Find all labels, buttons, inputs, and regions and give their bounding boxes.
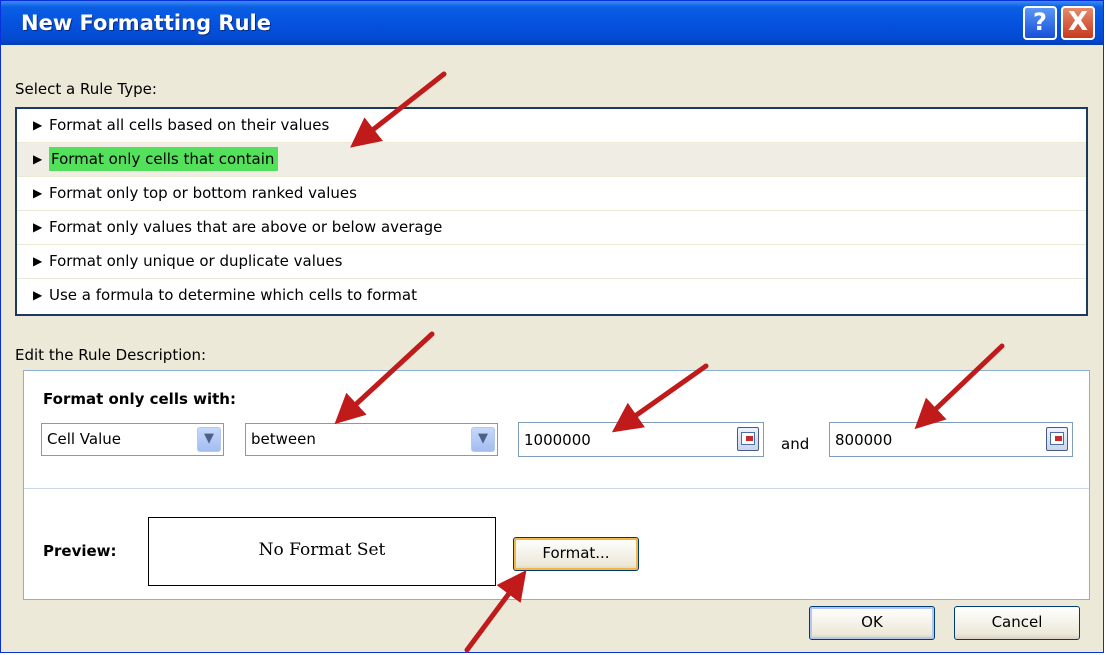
close-button[interactable]: X xyxy=(1061,6,1095,40)
value2-input[interactable]: 800000 xyxy=(829,422,1073,457)
cancel-button[interactable]: Cancel xyxy=(954,606,1080,640)
rule-type-item[interactable]: ▶ Use a formula to determine which cells… xyxy=(17,279,1086,313)
ok-button[interactable]: OK xyxy=(809,606,935,640)
and-label: and xyxy=(781,435,810,453)
title-bar[interactable]: New Formatting Rule ? X xyxy=(1,1,1103,45)
rule-type-label: Format only unique or duplicate values xyxy=(49,252,343,270)
help-button[interactable]: ? xyxy=(1023,6,1057,40)
rule-description-panel: Format only cells with: Cell Value ▼ bet… xyxy=(23,370,1090,600)
preview-box: No Format Set xyxy=(148,517,496,586)
format-only-cells-with-heading: Format only cells with: xyxy=(43,390,236,408)
rule-type-label: Format only cells that contain xyxy=(49,147,279,171)
rule-type-item[interactable]: ▶ Format only unique or duplicate values xyxy=(17,245,1086,279)
triangle-right-icon: ▶ xyxy=(33,186,43,200)
triangle-right-icon: ▶ xyxy=(33,254,43,268)
select-rule-type-label: Select a Rule Type: xyxy=(15,80,157,98)
preview-text: No Format Set xyxy=(258,540,386,560)
value2-text: 800000 xyxy=(835,431,893,449)
rule-type-label: Use a formula to determine which cells t… xyxy=(49,286,417,304)
rule-type-item[interactable]: ▶ Format only top or bottom ranked value… xyxy=(17,177,1086,211)
operator-value: between xyxy=(251,430,316,448)
triangle-right-icon: ▶ xyxy=(33,288,43,302)
rule-type-item-selected[interactable]: ▶ Format only cells that contain xyxy=(17,143,1086,177)
format-button[interactable]: Format... xyxy=(513,537,639,571)
rule-type-list[interactable]: ▶ Format all cells based on their values… xyxy=(15,107,1088,316)
triangle-right-icon: ▶ xyxy=(33,118,43,132)
preview-label: Preview: xyxy=(43,542,117,560)
rule-type-label: Format only top or bottom ranked values xyxy=(49,184,357,202)
rule-type-item[interactable]: ▶ Format all cells based on their values xyxy=(17,109,1086,143)
chevron-down-icon[interactable]: ▼ xyxy=(197,427,221,452)
condition-type-value: Cell Value xyxy=(47,430,121,448)
collapse-dialog-icon[interactable] xyxy=(1046,427,1068,451)
value1-input[interactable]: 1000000 xyxy=(518,422,764,457)
chevron-down-icon[interactable]: ▼ xyxy=(471,427,495,452)
collapse-dialog-icon[interactable] xyxy=(737,427,759,451)
rule-type-label: Format all cells based on their values xyxy=(49,116,330,134)
operator-select[interactable]: between ▼ xyxy=(245,423,498,456)
new-formatting-rule-dialog: New Formatting Rule ? X Select a Rule Ty… xyxy=(0,0,1104,653)
value1-text: 1000000 xyxy=(524,431,591,449)
triangle-right-icon: ▶ xyxy=(33,152,43,166)
condition-type-select[interactable]: Cell Value ▼ xyxy=(41,423,224,456)
triangle-right-icon: ▶ xyxy=(33,220,43,234)
edit-rule-description-label: Edit the Rule Description: xyxy=(15,346,207,364)
divider xyxy=(24,488,1089,489)
rule-type-label: Format only values that are above or bel… xyxy=(49,218,443,236)
rule-type-item[interactable]: ▶ Format only values that are above or b… xyxy=(17,211,1086,245)
dialog-title: New Formatting Rule xyxy=(21,11,271,35)
